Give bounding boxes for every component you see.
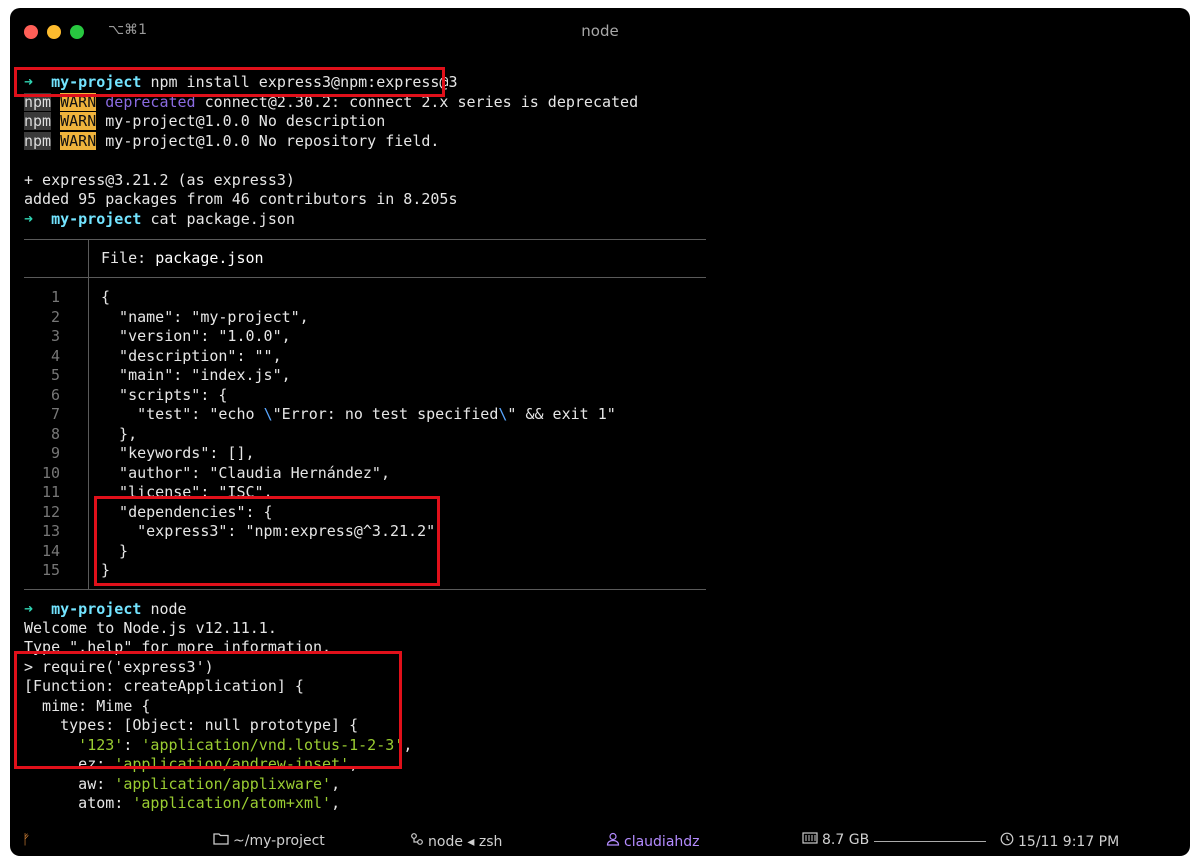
line-number: 5	[50, 366, 60, 384]
repl-output-line: aw: 'application/applixware',	[24, 775, 341, 793]
status-user-label: claudiahdz	[624, 834, 700, 850]
npm-warn-line: npm WARN my-project@1.0.0 No description	[24, 112, 385, 131]
command-text: cat package.json	[150, 210, 295, 228]
status-process-label: node ◂ zsh	[428, 834, 503, 850]
highlight-install-command	[14, 67, 445, 97]
status-directory[interactable]: ~/my-project	[213, 832, 325, 849]
highlight-repl-require	[14, 651, 402, 769]
repl-output-line: atom: 'application/atom+xml',	[24, 794, 341, 812]
file-view-header-border	[24, 277, 706, 278]
status-process[interactable]: node ◂ zsh	[410, 832, 502, 850]
npm-label: npm	[24, 112, 52, 130]
status-user[interactable]: claudiahdz	[606, 832, 700, 850]
repl-value: 'application/applixware'	[114, 775, 332, 793]
code-line: "description": "",	[101, 347, 282, 365]
npm-warn-line: npm WARN my-project@1.0.0 No repository …	[24, 132, 439, 151]
file-view-top-border	[24, 239, 706, 240]
line-number: 6	[50, 386, 60, 404]
file-view-gutter-divider	[88, 239, 89, 277]
code-line: "keywords": [],	[101, 444, 255, 462]
code-line: "name": "my-project",	[101, 308, 309, 326]
line-number: 1	[50, 288, 60, 306]
warn-text: my-project@1.0.0 No repository field.	[96, 132, 440, 150]
code-segment: "test": "echo	[101, 405, 264, 423]
repl-key: aw	[24, 775, 97, 793]
prompt-line-node: ➜ my-project node	[24, 600, 187, 619]
line-number: 9	[50, 444, 60, 462]
escape-char: \	[263, 405, 273, 423]
code-line: "author": "Claudia Hernández",	[101, 464, 390, 482]
line-number: 4	[50, 347, 60, 365]
file-header: File: package.json	[101, 249, 264, 268]
clock-icon	[1000, 832, 1014, 850]
code-segment: " && exit 1"	[507, 405, 616, 423]
line-number: 2	[50, 308, 60, 326]
status-bar: ᚠ ~/my-project node ◂ zsh claudiahdz 8.7…	[10, 826, 1190, 856]
line-number: 8	[50, 425, 60, 443]
memory-usage-bar	[874, 841, 986, 842]
status-directory-label: ~/my-project	[233, 833, 325, 849]
repl-comma: ,	[403, 736, 413, 754]
line-number: 14	[41, 542, 60, 560]
prompt-arrow-icon: ➜	[24, 210, 34, 228]
command-text: node	[150, 600, 187, 618]
memory-icon	[802, 832, 818, 848]
file-view-bottom-border	[24, 589, 706, 590]
code-line: },	[101, 425, 138, 443]
npm-label: npm	[24, 132, 52, 150]
line-number: 13	[41, 522, 60, 540]
prompt-directory: my-project	[51, 600, 142, 618]
line-number: 7	[50, 405, 60, 423]
file-label: File:	[101, 249, 156, 267]
line-number: 11	[41, 483, 60, 501]
terminal-window: ⌥⌘1 node ➜ my-project npm install expres…	[10, 8, 1190, 856]
status-time: 15/11 9:17 PM	[1000, 832, 1119, 850]
line-number: 12	[41, 503, 60, 521]
prompt-directory: my-project	[51, 210, 142, 228]
code-line: "version": "1.0.0",	[101, 327, 291, 345]
line-number: 3	[50, 327, 60, 345]
repl-value: 'application/atom+xml'	[132, 794, 332, 812]
line-number: 15	[41, 561, 60, 579]
code-segment: "Error: no test specified	[272, 405, 499, 423]
window-title: node	[581, 22, 619, 40]
code-line: "main": "index.js",	[101, 366, 291, 384]
status-time-label: 15/11 9:17 PM	[1018, 834, 1120, 850]
install-summary-line: added 95 packages from 46 contributors i…	[24, 190, 458, 208]
file-name: package.json	[155, 249, 264, 267]
line-number: 10	[41, 464, 60, 482]
user-icon	[606, 832, 620, 850]
status-memory-label: 8.7 GB	[822, 832, 870, 848]
prompt-line-cat: ➜ my-project cat package.json	[24, 210, 295, 229]
prompt-arrow-icon: ➜	[24, 600, 34, 618]
code-line: {	[101, 288, 111, 306]
process-icon	[410, 832, 424, 850]
node-welcome-line: Welcome to Node.js v12.11.1.	[24, 619, 277, 637]
code-line: "scripts": {	[101, 386, 228, 404]
install-result-line: + express@3.21.2 (as express3)	[24, 171, 295, 189]
git-branch-icon: ᚠ	[22, 832, 31, 848]
status-memory: 8.7 GB	[802, 832, 869, 848]
code-line: "test": "echo \"Error: no test specified…	[101, 405, 616, 424]
title-bar: ⌥⌘1 node	[10, 8, 1190, 54]
warn-text: my-project@1.0.0 No description	[96, 112, 386, 130]
file-view-gutter-divider	[88, 277, 89, 589]
repl-key: atom	[24, 794, 115, 812]
folder-icon	[213, 832, 229, 849]
warn-badge: WARN	[60, 132, 97, 150]
warn-badge: WARN	[60, 112, 97, 130]
highlight-dependencies	[94, 496, 440, 586]
